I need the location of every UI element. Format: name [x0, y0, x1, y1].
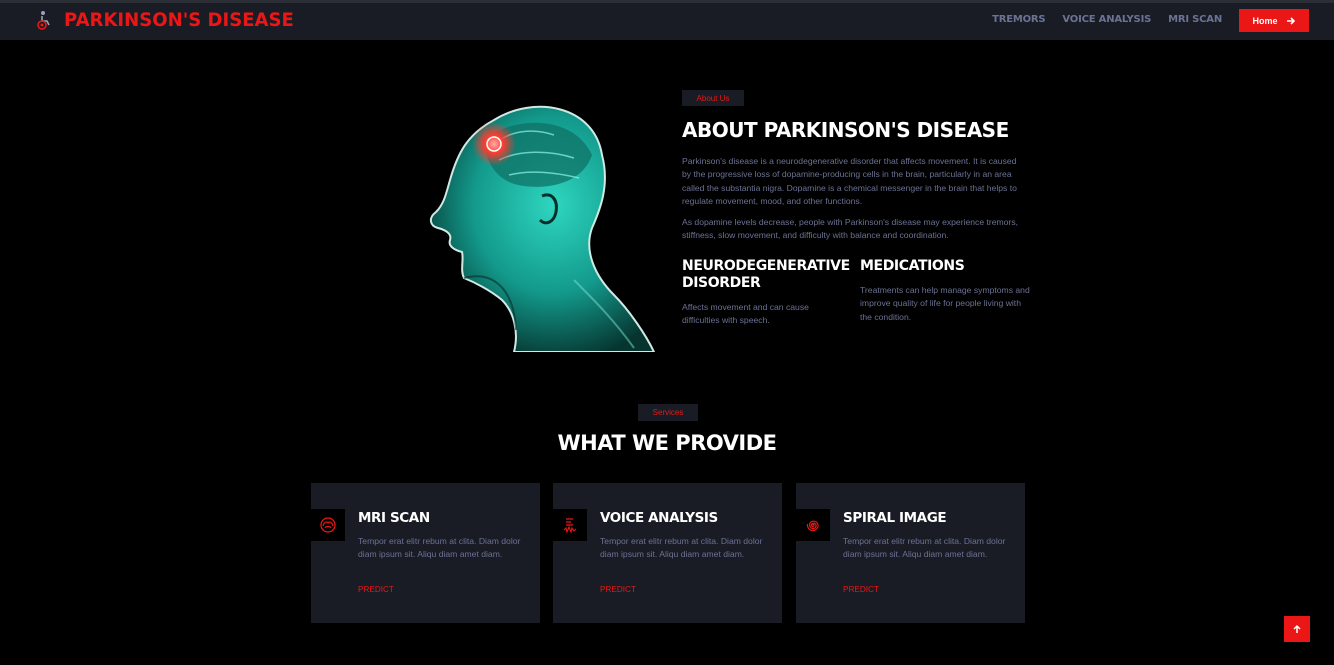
wheelchair-icon [37, 11, 50, 30]
brand[interactable]: PARKINSON'S DISEASE [32, 9, 306, 31]
services-tag: Services [638, 404, 698, 421]
card-title: VOICE ANALYSIS [600, 510, 718, 526]
arrow-up-icon [1293, 624, 1301, 633]
card-title: SPIRAL IMAGE [843, 510, 947, 526]
service-card-spiral-image: SPIRAL IMAGE Tempor erat elitr rebum at … [796, 483, 1025, 623]
nav-link-tremors[interactable]: TREMORS [992, 14, 1046, 25]
spiral-icon [806, 520, 819, 532]
predict-link-spiral[interactable]: PREDICT [843, 585, 879, 594]
home-button[interactable]: Home [1239, 9, 1309, 32]
about-tag: About Us [682, 90, 744, 106]
arrow-right-icon [1286, 16, 1295, 25]
about-paragraph-2: As dopamine levels decrease, people with… [682, 217, 1019, 241]
brand-title: PARKINSON'S DISEASE [64, 9, 294, 31]
card-icon-box [311, 509, 345, 541]
about-title: ABOUT PARKINSON'S DISEASE [682, 118, 1009, 142]
card-icon-box [553, 509, 587, 541]
predict-link-mri[interactable]: PREDICT [358, 585, 394, 594]
home-button-label: Home [1252, 15, 1278, 26]
services-title: WHAT WE PROVIDE [557, 431, 777, 455]
feature-text-medications: Treatments can help manage symptoms and … [860, 285, 1030, 322]
voice-wave-icon [563, 518, 577, 534]
nav-link-mri-scan[interactable]: MRI SCAN [1168, 14, 1222, 25]
nav-links: TREMORS VOICE ANALYSIS MRI SCAN [992, 14, 1222, 25]
card-text: Tempor erat elitr rebum at clita. Diam d… [358, 536, 521, 560]
card-text: Tempor erat elitr rebum at clita. Diam d… [600, 536, 763, 560]
back-to-top-button[interactable] [1284, 616, 1310, 642]
navbar: PARKINSON'S DISEASE TREMORS VOICE ANALYS… [0, 3, 1334, 40]
predict-link-voice[interactable]: PREDICT [600, 585, 636, 594]
card-text: Tempor erat elitr rebum at clita. Diam d… [843, 536, 1006, 560]
feature-text-neurodegenerative: Affects movement and can cause difficult… [682, 302, 809, 326]
card-title: MRI SCAN [358, 510, 430, 526]
brain-head-illustration [430, 105, 656, 352]
nav-link-voice-analysis[interactable]: VOICE ANALYSIS [1062, 14, 1151, 25]
service-card-mri-scan: MRI SCAN Tempor erat elitr rebum at clit… [311, 483, 540, 623]
feature-title-neurodegenerative: NEURODEGENERATIVE DISORDER [682, 258, 850, 291]
feature-title-medications: MEDICATIONS [860, 258, 965, 274]
card-icon-box [796, 509, 830, 541]
about-paragraph-1: Parkinson's disease is a neurodegenerati… [682, 156, 1017, 206]
service-card-voice-analysis: VOICE ANALYSIS Tempor erat elitr rebum a… [553, 483, 782, 623]
brain-scan-icon [320, 517, 336, 533]
